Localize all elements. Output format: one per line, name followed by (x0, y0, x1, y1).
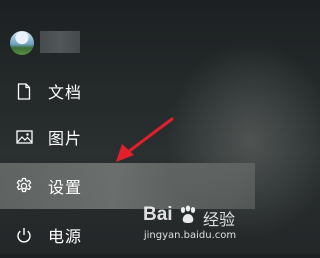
pictures-button[interactable]: 图片 (0, 114, 255, 160)
user-name-redacted (40, 31, 80, 53)
power-label: 电源 (48, 227, 83, 246)
gear-icon (15, 177, 33, 195)
document-icon (15, 82, 33, 100)
user-avatar (10, 31, 34, 55)
baidu-jingyan-watermark: Bai 经验 jingyan.baidu.com (131, 202, 249, 250)
power-icon (15, 226, 33, 244)
documents-label: 文档 (48, 83, 83, 102)
watermark-logo-text: Bai (143, 204, 173, 225)
paw-icon (180, 205, 196, 224)
watermark-url: jingyan.baidu.com (143, 230, 237, 241)
pictures-label: 图片 (48, 129, 83, 148)
user-account-button[interactable] (0, 20, 255, 66)
settings-label: 设置 (48, 178, 83, 197)
pictures-icon (15, 128, 33, 146)
documents-button[interactable]: 文档 (0, 68, 255, 114)
watermark-jingyan-text: 经验 (203, 210, 236, 229)
